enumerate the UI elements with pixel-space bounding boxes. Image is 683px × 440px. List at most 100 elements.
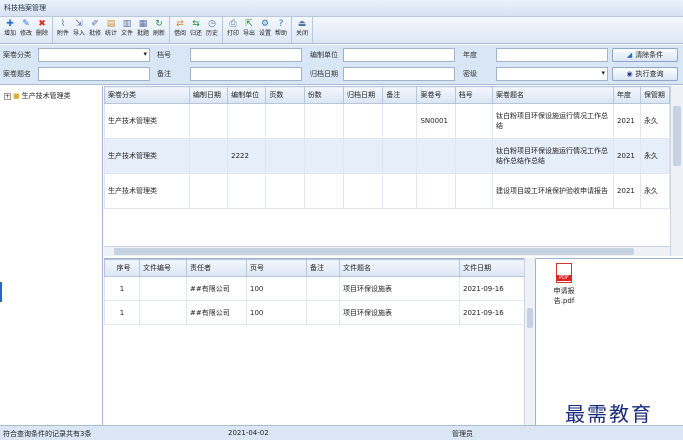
toolbar-label: 附件 [56,30,69,37]
attach-button[interactable]: ⌇ 附件 [55,17,71,43]
attach-icon: ⌇ [60,19,66,29]
column-header[interactable]: 责任者 [186,259,247,277]
year-input[interactable] [496,48,608,62]
expand-icon[interactable]: + [4,92,11,100]
table-cell [454,173,493,209]
security-label: 密级 [463,70,477,78]
print-button[interactable]: ⎙ 打印 [225,17,241,43]
archive-date-label: 归档日期 [310,70,338,78]
column-header[interactable]: 案卷分类 [104,86,190,104]
table-row[interactable]: 生产技术管理类 2222 钛白粉项目环保设施运行情况工作总结作总结作总结 2021 永久 [104,138,671,174]
table-cell [227,103,267,139]
column-header[interactable]: 页号 [246,259,307,277]
column-header[interactable]: 备注 [382,86,418,104]
settings-button[interactable]: ⚙ 设置 [257,17,273,43]
attachment-item[interactable]: 申请报告.pdf [544,263,584,306]
clear-conditions-button[interactable]: ◢ 清除条件 [612,48,678,62]
table-row[interactable]: 1 ##有限公司 100 项目环保设施表 2021-09-16 [104,300,525,325]
delete-button[interactable]: ✖ 删除 [34,17,50,43]
archive-table-vertical-scrollbar[interactable] [670,86,683,256]
table-cell [188,138,229,174]
column-header[interactable]: 案卷号 [416,86,456,104]
column-header[interactable]: 归档日期 [342,86,384,104]
archive-date-input[interactable] [343,67,455,81]
title-label: 案卷题名 [3,70,31,78]
table-cell: 生产技术管理类 [104,173,190,209]
toolbar-label: 文件 [120,30,133,37]
return-icon: ⇆ [192,19,200,29]
column-header[interactable]: 文件编号 [139,259,187,277]
tree-node-production[interactable]: + ■ 生产技术管理类 [4,91,71,101]
table-cell: 钛白粉项目环保设施运行情况工作总结 [491,103,615,139]
column-header[interactable]: 序号 [104,259,140,277]
column-header[interactable]: 年度 [613,86,641,104]
table-cell [303,103,345,139]
toolbar-label: 修改 [19,30,32,37]
column-header[interactable]: 文件日期 [459,259,525,277]
title-input[interactable] [38,67,150,81]
chevron-down-icon[interactable]: ▾ [601,69,605,77]
table-cell: 生产技术管理类 [104,138,190,174]
history-button[interactable]: ◷ 历史 [204,17,220,43]
column-header[interactable]: 档号 [454,86,493,104]
chevron-down-icon[interactable]: ▾ [143,50,147,58]
category-label: 案卷分类 [3,51,31,59]
column-header[interactable]: 份数 [303,86,345,104]
toolbar-group: ⏏ 关闭 [294,17,313,43]
delete-icon: ✖ [38,19,46,29]
table-cell [265,103,305,139]
folder-icon: ■ [13,92,20,100]
note-input[interactable] [190,67,302,81]
column-header[interactable]: 保管期 [639,86,671,104]
table-cell: 2222 [227,138,267,174]
security-select[interactable]: ▾ [496,67,608,81]
table-row[interactable]: 生产技术管理类 SN0001 钛白粉项目环保设施运行情况工作总结 2021 永久 [104,103,671,139]
table-cell [342,103,384,139]
file-no-label: 档号 [157,51,171,59]
batch-edit-button[interactable]: ✐ 批修 [87,17,103,43]
table-row[interactable]: 1 ##有限公司 100 项目环保设施表 2021-09-16 [104,276,525,301]
toolbar-label: 打印 [226,30,239,37]
toolbar-label: 增加 [3,30,16,37]
toolbar-label: 帮助 [274,30,287,37]
stats-button[interactable]: ▤ 统计 [103,17,119,43]
archive-table-horizontal-scrollbar[interactable] [104,246,670,256]
export-button[interactable]: ⇱ 导出 [241,17,257,43]
column-header[interactable]: 编制单位 [227,86,267,104]
column-header[interactable]: 页数 [265,86,305,104]
eraser-icon: ◢ [626,51,633,59]
note-label: 备注 [157,70,171,78]
borrow-button[interactable]: ⇄ 借阅 [172,17,188,43]
return-button[interactable]: ⇆ 归还 [188,17,204,43]
unit-input[interactable] [343,48,455,62]
table-cell: 永久 [639,138,671,174]
refresh-button[interactable]: ↻ 刷新 [151,17,167,43]
toolbar-label: 历史 [205,30,218,37]
batch-button[interactable]: ▦ 批题 [135,17,151,43]
help-icon: ? [278,19,284,29]
help-button[interactable]: ? 帮助 [273,17,289,43]
file-table-vertical-scrollbar[interactable] [524,258,535,425]
column-header[interactable]: 案卷题名 [491,86,615,104]
add-button[interactable]: ✚ 增加 [2,17,18,43]
add-icon: ✚ [6,19,14,29]
column-header[interactable]: 文件题名 [339,259,460,277]
category-select[interactable]: ▾ [38,48,150,62]
table-cell [382,173,418,209]
unit-label: 编制单位 [310,51,338,59]
toolbar-label: 批题 [136,30,149,37]
edit-button[interactable]: ✎ 修改 [18,17,34,43]
column-header[interactable]: 备注 [306,259,340,277]
import-button[interactable]: ⇲ 导入 [71,17,87,43]
column-header[interactable]: 编制日期 [188,86,229,104]
table-cell: ##有限公司 [186,276,247,301]
execute-query-button[interactable]: ◉ 执行查询 [612,67,678,81]
file-no-input[interactable] [190,48,302,62]
toolbar-label: 导出 [242,30,255,37]
table-cell [139,276,187,301]
table-row[interactable]: 生产技术管理类 建设项目竣工环境保护验收申请报告 2021 永久 [104,173,671,209]
table-cell [188,103,229,139]
clear-button-label: 清除条件 [635,51,664,59]
close-button[interactable]: ⏏ 关闭 [294,17,310,43]
file-button[interactable]: ▥ 文件 [119,17,135,43]
